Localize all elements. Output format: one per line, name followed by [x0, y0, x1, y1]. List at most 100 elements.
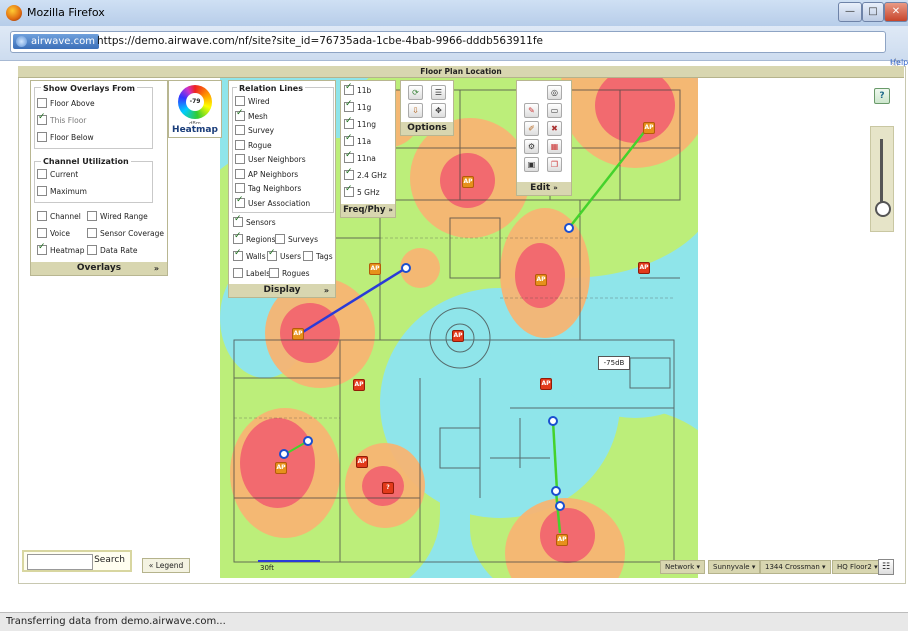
checkbox[interactable]: [344, 184, 354, 197]
display-footer[interactable]: Display »: [229, 284, 335, 297]
relation-line-option[interactable]: Survey: [235, 125, 274, 136]
access-point-icon[interactable]: AP: [643, 122, 655, 134]
voice-option[interactable]: Voice: [37, 228, 70, 239]
checkbox[interactable]: [37, 112, 47, 125]
breadcrumb-floor[interactable]: HQ Floor2 ▾: [832, 560, 883, 574]
list-view-icon[interactable]: ☰: [431, 85, 446, 100]
rogues-option[interactable]: Rogues: [269, 268, 310, 279]
heatmap-option[interactable]: Heatmap: [37, 242, 84, 256]
freq-option[interactable]: 11b: [344, 82, 371, 96]
copy-icon[interactable]: ❐: [547, 157, 562, 172]
checkbox[interactable]: [37, 228, 47, 238]
checkbox[interactable]: [37, 186, 47, 196]
address-bar[interactable]: airwave.com https://demo.airwave.com/nf/…: [10, 31, 886, 53]
checkbox[interactable]: [235, 96, 245, 106]
users-option[interactable]: Users: [267, 248, 301, 262]
rogue-ap-icon[interactable]: ?: [382, 482, 394, 494]
legend-tab[interactable]: « Legend: [142, 558, 190, 573]
freq-option[interactable]: 5 GHz: [344, 184, 380, 198]
rogue-ap-icon[interactable]: AP: [452, 330, 464, 342]
checkbox[interactable]: [87, 228, 97, 238]
access-point-icon[interactable]: AP: [462, 176, 474, 188]
target-icon[interactable]: ◎: [547, 85, 562, 100]
checkbox[interactable]: [235, 154, 245, 164]
floor-below-option[interactable]: Floor Below: [37, 132, 94, 143]
access-point-icon[interactable]: AP: [556, 534, 568, 546]
relation-line-option[interactable]: AP Neighbors: [235, 168, 298, 180]
access-point-icon[interactable]: AP: [369, 263, 381, 275]
relation-line-option[interactable]: Mesh: [235, 108, 268, 122]
checkbox[interactable]: [235, 125, 245, 135]
rogue-ap-icon[interactable]: AP: [353, 379, 365, 391]
search-input[interactable]: [27, 554, 93, 570]
sensor-coverage-option[interactable]: Sensor Coverage: [87, 228, 164, 239]
ruler-icon[interactable]: ▭: [547, 103, 562, 118]
floor-list-icon[interactable]: ☷: [878, 559, 894, 575]
collapse-icon[interactable]: »: [553, 184, 558, 192]
fullscreen-icon[interactable]: ✥: [431, 103, 446, 118]
checkbox[interactable]: [344, 99, 354, 112]
checkbox[interactable]: [87, 211, 97, 221]
checkbox[interactable]: [344, 116, 354, 129]
draw-region-icon[interactable]: ✐: [524, 121, 539, 136]
checkbox[interactable]: [344, 167, 354, 180]
network-icon[interactable]: ⚙: [524, 139, 539, 154]
lock-icon[interactable]: ▣: [524, 157, 539, 172]
wired-range-option[interactable]: Wired Range: [87, 211, 148, 222]
relation-line-option[interactable]: Tag Neighbors: [235, 183, 301, 194]
close-button[interactable]: ✕: [884, 2, 908, 22]
checkbox[interactable]: [344, 133, 354, 146]
rogue-ap-icon[interactable]: AP: [540, 378, 552, 390]
checkbox[interactable]: [235, 195, 245, 208]
wall-icon[interactable]: ▦: [547, 139, 562, 154]
checkbox[interactable]: [303, 251, 313, 261]
rogue-ap-icon[interactable]: AP: [638, 262, 650, 274]
freq-option[interactable]: 11g: [344, 99, 371, 113]
checkbox[interactable]: [37, 132, 47, 142]
access-point-icon[interactable]: AP: [275, 462, 287, 474]
sensors-option[interactable]: Sensors: [233, 214, 276, 228]
checkbox[interactable]: [235, 168, 245, 179]
freq-option[interactable]: 11a: [344, 133, 371, 147]
save-layout-icon[interactable]: ⇩: [408, 103, 423, 118]
regions-option[interactable]: Regions: [233, 231, 276, 245]
collapse-icon[interactable]: »: [324, 284, 329, 297]
delete-icon[interactable]: ✖: [547, 121, 562, 136]
checkbox[interactable]: [344, 82, 354, 95]
walls-option[interactable]: Walls: [233, 248, 266, 262]
zoom-handle[interactable]: [875, 201, 891, 217]
zoom-track[interactable]: [880, 139, 883, 203]
heatmap-dial-icon[interactable]: -79: [178, 85, 212, 119]
this-floor-option[interactable]: This Floor: [37, 112, 86, 126]
checkbox[interactable]: [235, 183, 245, 193]
maximum-option[interactable]: Maximum: [37, 186, 87, 197]
relation-line-option[interactable]: Rogue: [235, 139, 272, 151]
checkbox[interactable]: [233, 268, 243, 278]
labels-option[interactable]: Labels: [233, 268, 270, 279]
checkbox[interactable]: [37, 169, 47, 179]
zoom-slider[interactable]: [870, 126, 894, 232]
options-footer[interactable]: Options: [401, 122, 453, 135]
current-option[interactable]: Current: [37, 169, 78, 180]
access-point-icon[interactable]: AP: [292, 328, 304, 340]
minimize-button[interactable]: —: [838, 2, 862, 22]
breadcrumb-network[interactable]: Network ▾: [660, 560, 705, 574]
checkbox[interactable]: [233, 248, 243, 261]
relation-line-option[interactable]: Wired: [235, 96, 270, 107]
checkbox[interactable]: [267, 248, 277, 261]
breadcrumb-sunnyvale[interactable]: Sunnyvale ▾: [708, 560, 761, 574]
checkbox[interactable]: [344, 150, 354, 163]
overlays-footer[interactable]: Overlays »: [31, 262, 167, 275]
search-button[interactable]: Search: [94, 555, 125, 565]
tags-option[interactable]: Tags: [303, 251, 333, 262]
checkbox[interactable]: [233, 231, 243, 244]
relation-line-option[interactable]: User Association: [235, 195, 310, 209]
data-rate-option[interactable]: Data Rate: [87, 245, 138, 256]
freq-phy-footer[interactable]: Freq/Phy »: [341, 204, 395, 217]
checkbox[interactable]: [87, 245, 97, 255]
rogue-ap-icon[interactable]: AP: [356, 456, 368, 468]
collapse-icon[interactable]: »: [388, 206, 393, 214]
site-identity-badge[interactable]: airwave.com: [13, 34, 99, 49]
url-text[interactable]: https://demo.airwave.com/nf/site?site_id…: [97, 35, 543, 47]
surveys-option[interactable]: Surveys: [275, 234, 318, 245]
